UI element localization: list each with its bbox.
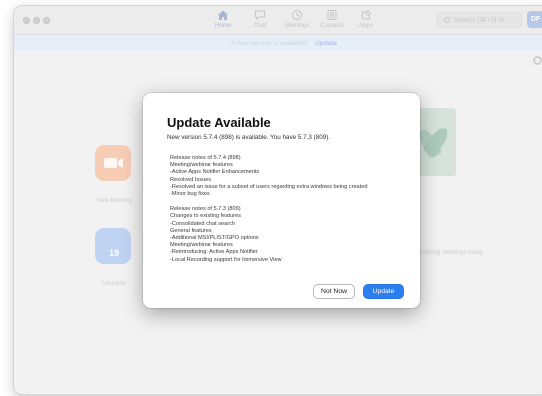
not-now-button[interactable]: Not Now [313, 284, 355, 299]
zoom-window-button[interactable] [43, 17, 50, 24]
tab-home-label: Home [214, 23, 231, 29]
release-note-line: -Resolved an issue for a subset of users… [170, 183, 368, 190]
schedule-label: Schedule [101, 281, 127, 287]
tab-apps-label: Apps [359, 23, 373, 29]
release-note-line: -Consolidated chat search [170, 220, 235, 227]
chat-icon [255, 10, 265, 21]
dialog-subtitle: New version 5.7.4 (898) is available. Yo… [167, 134, 331, 141]
home-icon [218, 10, 228, 20]
video-camera-icon [104, 158, 123, 168]
dialog-title: Update Available [167, 115, 271, 130]
update-button[interactable]: Update [363, 284, 404, 299]
release-note-line: Release notes of 5.7.3 (809) [170, 206, 241, 213]
release-notes-gap [170, 198, 410, 206]
release-note-line: -Reintroducing: Active Apps Notifier [170, 249, 258, 256]
search-placeholder: Search (⌘+J) to [453, 17, 505, 24]
new-meeting-label: New Meeting [97, 198, 133, 204]
search-input[interactable]: Search (⌘+J) to [437, 12, 522, 28]
release-note-line: Meeting/webinar features [170, 162, 233, 169]
contacts-icon [327, 10, 337, 20]
release-note-line: -Active Apps Notifier Enhancements [170, 169, 260, 176]
schedule-tile[interactable] [95, 228, 131, 264]
release-note-line: General features [170, 227, 212, 234]
apps-icon [362, 9, 372, 20]
tab-home[interactable]: Home [203, 9, 243, 34]
tab-chat-label: Chat [253, 23, 267, 29]
close-window-button[interactable] [23, 17, 30, 24]
release-notes: Release notes of 5.7.4 (898) Meeting/web… [170, 155, 410, 264]
release-note-line: -Additional MSI/PLIST/GPO options [170, 235, 259, 242]
release-note-line: -Minor bug fixes [170, 191, 210, 198]
clock-icon [292, 10, 302, 20]
search-icon [444, 17, 450, 23]
release-note-line: Meeting/webinar features [170, 242, 233, 249]
release-note-line: Changes to existing features [170, 213, 241, 220]
update-banner: A new version is available! Update [14, 36, 542, 51]
avatar[interactable]: DF [527, 11, 542, 28]
banner-message: A new version is available! [230, 40, 308, 47]
tab-meetings[interactable]: Meetings [277, 9, 317, 34]
release-note-line: Resolved Issues [170, 176, 212, 183]
calendar-day: 19 [109, 248, 120, 258]
gear-icon[interactable] [533, 56, 542, 65]
banner-update-link[interactable]: Update [315, 40, 337, 47]
release-note-line: -Local Recording support for Immersive V… [170, 256, 282, 263]
release-note-line: Release notes of 5.7.4 (898) [170, 155, 241, 161]
tab-meetings-label: Meetings [284, 23, 310, 29]
new-meeting-tile[interactable] [95, 145, 131, 181]
update-available-dialog: Update Available New version 5.7.4 (898)… [143, 93, 420, 308]
tab-chat[interactable]: Chat [240, 9, 280, 34]
tab-apps[interactable]: Apps [346, 9, 386, 34]
minimize-window-button[interactable] [33, 17, 40, 24]
toolbar: Home Chat Meetings Contacts Apps Search … [14, 6, 542, 35]
